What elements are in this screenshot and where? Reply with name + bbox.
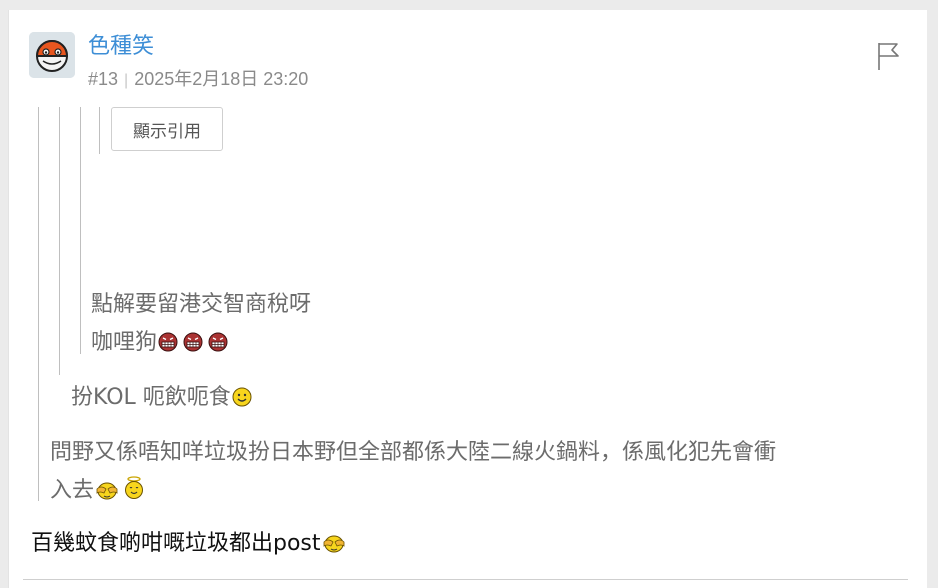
quote-level3-line2-text: 咖哩狗: [91, 330, 158, 355]
reply-text-content: 百幾蚊食啲咁嘅垃圾都出post: [31, 531, 321, 556]
post-meta: #13 | 2025年2月18日 23:20: [88, 65, 308, 91]
quote-level2-line: 扮KOL 呃飲呃食: [71, 379, 252, 413]
post-number[interactable]: #13: [88, 69, 118, 89]
quote-level3-line2: 咖哩狗: [91, 324, 228, 358]
angry-face-emoji-icon: [158, 332, 178, 358]
post-timestamp[interactable]: 2025年2月18日 23:20: [134, 69, 308, 89]
meta-separator: |: [124, 72, 129, 89]
quote-bar-level2: [59, 107, 60, 375]
reply-text: 百幾蚊食啲咁嘅垃圾都出post: [31, 525, 346, 559]
username-link[interactable]: 色種笑: [88, 28, 154, 60]
top-strip: [0, 0, 938, 8]
flag-icon[interactable]: [875, 40, 903, 72]
quote-level3-line1: 點解要留港交智商稅呀: [91, 292, 312, 317]
cover-eyes-emoji-icon: [322, 533, 346, 559]
quote-level2-text: 扮KOL 呃飲呃食: [71, 385, 231, 410]
quote-bar-level4: [99, 107, 100, 154]
cover-eyes-emoji-icon: [95, 480, 119, 506]
angel-emoji-icon: [124, 476, 144, 506]
quote-level1-line2-text: 入去: [50, 478, 95, 503]
post-card: 色種笑 #13 | 2025年2月18日 23:20 顯示引用 點解要留港交智商稅呀…: [8, 10, 927, 588]
user-avatar[interactable]: [29, 32, 75, 78]
show-quote-button[interactable]: 顯示引用: [111, 107, 223, 151]
quote-bar-level1: [38, 107, 39, 501]
angry-face-emoji-icon: [183, 332, 203, 358]
quote-bar-level3: [80, 107, 81, 354]
quote-level1-line2: 入去: [50, 472, 144, 506]
angry-face-emoji-icon: [208, 332, 228, 358]
post-divider: [23, 579, 908, 580]
smile-emoji-icon: [232, 387, 252, 413]
avatar-pokeball-icon: [29, 32, 75, 78]
quote-level1-line1: 問野又係唔知咩垃圾扮日本野但全部都係大陸二線火鍋料，係風化犯先會衝: [50, 440, 777, 465]
